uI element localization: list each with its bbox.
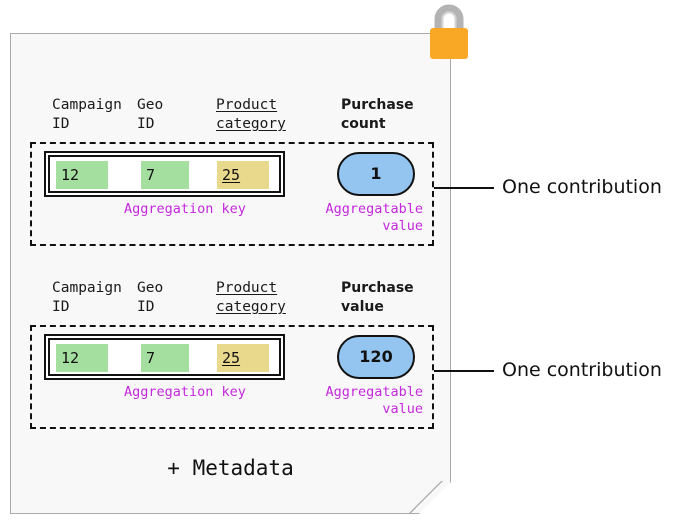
- callout-label: One contribution: [502, 359, 662, 381]
- key-cell-geo-id: 7: [141, 344, 189, 372]
- key-cell-geo-id: 7: [141, 161, 189, 189]
- callout-leader-line: [434, 370, 494, 372]
- contribution-boundary: 12 7 25 120 Aggregation key Aggregatable…: [30, 325, 434, 429]
- aggregation-key-box: 12 7 25: [48, 338, 281, 376]
- column-headers: Campaign ID Geo ID Product category Purc…: [0, 279, 700, 325]
- contribution-block: Campaign ID Geo ID Product category Purc…: [0, 96, 700, 246]
- header-product-category: Product category: [216, 97, 286, 132]
- contribution-boundary: 12 7 25 1 Aggregation key Aggregatable v…: [30, 142, 434, 246]
- padlock-icon: [430, 4, 468, 59]
- key-cell-campaign-id: 12: [56, 161, 108, 189]
- aggregation-key-annotation: Aggregation key: [124, 201, 246, 217]
- header-campaign-id: Campaign ID: [52, 280, 122, 315]
- aggregation-key-box: 12 7 25: [48, 155, 281, 193]
- header-metric: Purchase value: [341, 280, 414, 315]
- header-metric: Purchase count: [341, 97, 414, 132]
- contribution-block: Campaign ID Geo ID Product category Purc…: [0, 279, 700, 429]
- header-geo-id: Geo ID: [137, 280, 164, 315]
- callout-label: One contribution: [502, 176, 662, 198]
- header-campaign-id: Campaign ID: [52, 97, 122, 132]
- aggregatable-value-annotation: Aggregatable value: [325, 201, 423, 234]
- aggregatable-value-pill: 1: [337, 152, 415, 196]
- key-cell-campaign-id: 12: [56, 344, 108, 372]
- key-cell-product-category: 25: [217, 161, 269, 189]
- column-headers: Campaign ID Geo ID Product category Purc…: [0, 96, 700, 142]
- header-geo-id: Geo ID: [137, 97, 164, 132]
- metadata-label: + Metadata: [167, 456, 294, 480]
- aggregation-key-annotation: Aggregation key: [124, 384, 246, 400]
- header-product-category: Product category: [216, 280, 286, 315]
- key-cell-product-category-value: 25: [222, 166, 241, 184]
- callout-leader-line: [434, 187, 494, 189]
- aggregatable-value-pill: 120: [337, 335, 415, 379]
- key-cell-product-category-value: 25: [222, 349, 241, 367]
- aggregatable-value-annotation: Aggregatable value: [325, 384, 423, 417]
- key-cell-product-category: 25: [217, 344, 269, 372]
